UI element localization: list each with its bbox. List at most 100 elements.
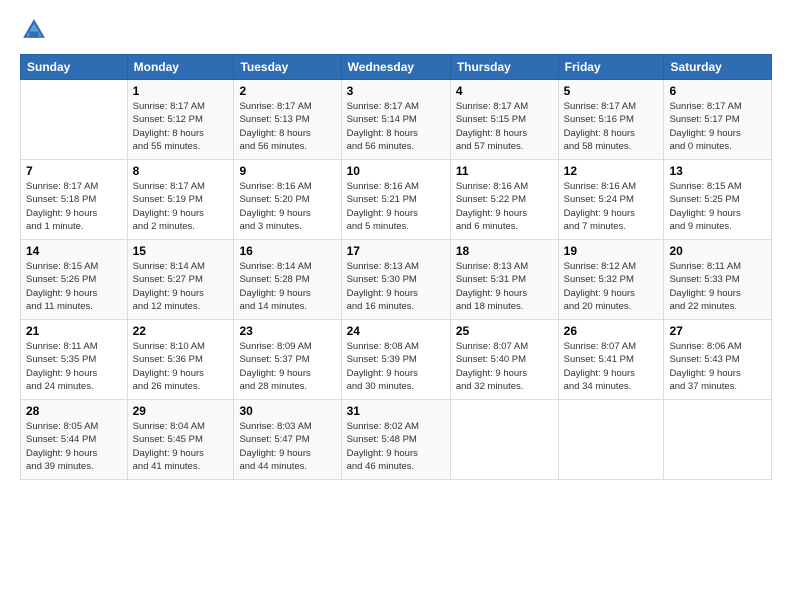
day-number: 29 bbox=[133, 404, 229, 418]
day-detail: Sunrise: 8:16 AMSunset: 5:21 PMDaylight:… bbox=[347, 180, 445, 233]
daylight-text: Daylight: 9 hoursand 7 minutes. bbox=[564, 207, 659, 234]
sunrise-text: Sunrise: 8:07 AM bbox=[456, 340, 553, 353]
sunrise-text: Sunrise: 8:17 AM bbox=[564, 100, 659, 113]
sunrise-text: Sunrise: 8:17 AM bbox=[133, 100, 229, 113]
calendar-cell: 23Sunrise: 8:09 AMSunset: 5:37 PMDayligh… bbox=[234, 320, 341, 400]
day-number: 21 bbox=[26, 324, 122, 338]
sunrise-text: Sunrise: 8:06 AM bbox=[669, 340, 766, 353]
calendar-cell: 11 Sunrise: 8:16 AMSunset: 5:22 PMDayligh… bbox=[450, 160, 558, 240]
calendar-cell: 7 Sunrise: 8:17 AMSunset: 5:18 PMDaylight… bbox=[21, 160, 128, 240]
day-number: 24 bbox=[347, 324, 445, 338]
sunrise-text: Sunrise: 8:17 AM bbox=[239, 100, 335, 113]
sunrise-text: Sunrise: 8:08 AM bbox=[347, 340, 445, 353]
sunset-text: Sunset: 5:17 PM bbox=[669, 113, 766, 126]
calendar-cell bbox=[664, 400, 772, 480]
daylight-text: Daylight: 8 hoursand 56 minutes. bbox=[239, 127, 335, 154]
sunset-text: Sunset: 5:40 PM bbox=[456, 353, 553, 366]
day-number: 18 bbox=[456, 244, 553, 258]
day-detail: Sunrise: 8:02 AMSunset: 5:48 PMDaylight:… bbox=[347, 420, 445, 473]
daylight-text: Daylight: 8 hoursand 55 minutes. bbox=[133, 127, 229, 154]
day-detail: Sunrise: 8:13 AMSunset: 5:30 PMDaylight:… bbox=[347, 260, 445, 313]
sunset-text: Sunset: 5:39 PM bbox=[347, 353, 445, 366]
daylight-text: Daylight: 9 hoursand 22 minutes. bbox=[669, 287, 766, 314]
sunrise-text: Sunrise: 8:14 AM bbox=[239, 260, 335, 273]
weekday-header-saturday: Saturday bbox=[664, 55, 772, 80]
day-detail: Sunrise: 8:16 AMSunset: 5:22 PMDaylight:… bbox=[456, 180, 553, 233]
day-detail: Sunrise: 8:11 AMSunset: 5:33 PMDaylight:… bbox=[669, 260, 766, 313]
week-row-3: 14Sunrise: 8:15 AMSunset: 5:26 PMDayligh… bbox=[21, 240, 772, 320]
daylight-text: Daylight: 9 hoursand 18 minutes. bbox=[456, 287, 553, 314]
calendar-cell: 28 Sunrise: 8:05 AMSunset: 5:44 PMDayligh… bbox=[21, 400, 128, 480]
sunrise-text: Sunrise: 8:07 AM bbox=[564, 340, 659, 353]
calendar-cell: 13Sunrise: 8:15 AMSunset: 5:25 PMDayligh… bbox=[664, 160, 772, 240]
calendar-table: SundayMondayTuesdayWednesdayThursdayFrid… bbox=[20, 54, 772, 480]
daylight-text: Daylight: 9 hoursand 28 minutes. bbox=[239, 367, 335, 394]
sunrise-text: Sunrise: 8:17 AM bbox=[133, 180, 229, 193]
calendar-cell: 6Sunrise: 8:17 AMSunset: 5:17 PMDaylight… bbox=[664, 80, 772, 160]
sunrise-text: Sunrise: 8:10 AM bbox=[133, 340, 229, 353]
day-number: 5 bbox=[564, 84, 659, 98]
calendar-cell: 19Sunrise: 8:12 AMSunset: 5:32 PMDayligh… bbox=[558, 240, 664, 320]
daylight-text: Daylight: 9 hoursand 11 minutes. bbox=[26, 287, 122, 314]
day-detail: Sunrise: 8:17 AMSunset: 5:18 PMDaylight:… bbox=[26, 180, 122, 233]
sunrise-text: Sunrise: 8:16 AM bbox=[347, 180, 445, 193]
daylight-text: Daylight: 9 hoursand 16 minutes. bbox=[347, 287, 445, 314]
daylight-text: Daylight: 9 hoursand 37 minutes. bbox=[669, 367, 766, 394]
sunset-text: Sunset: 5:33 PM bbox=[669, 273, 766, 286]
sunset-text: Sunset: 5:47 PM bbox=[239, 433, 335, 446]
day-number: 28 bbox=[26, 404, 122, 418]
day-number: 16 bbox=[239, 244, 335, 258]
calendar-cell bbox=[21, 80, 128, 160]
day-detail: Sunrise: 8:15 AMSunset: 5:25 PMDaylight:… bbox=[669, 180, 766, 233]
logo bbox=[20, 16, 52, 44]
calendar-cell: 25Sunrise: 8:07 AMSunset: 5:40 PMDayligh… bbox=[450, 320, 558, 400]
sunset-text: Sunset: 5:26 PM bbox=[26, 273, 122, 286]
daylight-text: Daylight: 9 hoursand 3 minutes. bbox=[239, 207, 335, 234]
calendar-cell: 27Sunrise: 8:06 AMSunset: 5:43 PMDayligh… bbox=[664, 320, 772, 400]
sunrise-text: Sunrise: 8:16 AM bbox=[564, 180, 659, 193]
day-detail: Sunrise: 8:12 AMSunset: 5:32 PMDaylight:… bbox=[564, 260, 659, 313]
calendar-cell: 1 Sunrise: 8:17 AMSunset: 5:12 PMDaylight… bbox=[127, 80, 234, 160]
daylight-text: Daylight: 9 hoursand 20 minutes. bbox=[564, 287, 659, 314]
sunset-text: Sunset: 5:20 PM bbox=[239, 193, 335, 206]
day-detail: Sunrise: 8:17 AMSunset: 5:15 PMDaylight:… bbox=[456, 100, 553, 153]
day-number: 2 bbox=[239, 84, 335, 98]
calendar-cell: 30 Sunrise: 8:03 AMSunset: 5:47 PMDayligh… bbox=[234, 400, 341, 480]
calendar-cell: 17Sunrise: 8:13 AMSunset: 5:30 PMDayligh… bbox=[341, 240, 450, 320]
day-detail: Sunrise: 8:15 AMSunset: 5:26 PMDaylight:… bbox=[26, 260, 122, 313]
daylight-text: Daylight: 9 hoursand 12 minutes. bbox=[133, 287, 229, 314]
day-number: 7 bbox=[26, 164, 122, 178]
sunrise-text: Sunrise: 8:11 AM bbox=[669, 260, 766, 273]
sunset-text: Sunset: 5:27 PM bbox=[133, 273, 229, 286]
calendar-cell: 22Sunrise: 8:10 AMSunset: 5:36 PMDayligh… bbox=[127, 320, 234, 400]
sunrise-text: Sunrise: 8:15 AM bbox=[669, 180, 766, 193]
day-detail: Sunrise: 8:05 AMSunset: 5:44 PMDaylight:… bbox=[26, 420, 122, 473]
day-detail: Sunrise: 8:14 AMSunset: 5:28 PMDaylight:… bbox=[239, 260, 335, 313]
daylight-text: Daylight: 9 hoursand 5 minutes. bbox=[347, 207, 445, 234]
day-number: 31 bbox=[347, 404, 445, 418]
weekday-header-friday: Friday bbox=[558, 55, 664, 80]
day-number: 4 bbox=[456, 84, 553, 98]
sunrise-text: Sunrise: 8:15 AM bbox=[26, 260, 122, 273]
sunset-text: Sunset: 5:30 PM bbox=[347, 273, 445, 286]
sunset-text: Sunset: 5:14 PM bbox=[347, 113, 445, 126]
daylight-text: Daylight: 9 hoursand 2 minutes. bbox=[133, 207, 229, 234]
day-number: 30 bbox=[239, 404, 335, 418]
sunset-text: Sunset: 5:44 PM bbox=[26, 433, 122, 446]
week-row-4: 21Sunrise: 8:11 AMSunset: 5:35 PMDayligh… bbox=[21, 320, 772, 400]
sunset-text: Sunset: 5:43 PM bbox=[669, 353, 766, 366]
daylight-text: Daylight: 9 hoursand 14 minutes. bbox=[239, 287, 335, 314]
sunset-text: Sunset: 5:48 PM bbox=[347, 433, 445, 446]
day-number: 1 bbox=[133, 84, 229, 98]
day-number: 10 bbox=[347, 164, 445, 178]
daylight-text: Daylight: 9 hoursand 30 minutes. bbox=[347, 367, 445, 394]
day-detail: Sunrise: 8:07 AMSunset: 5:41 PMDaylight:… bbox=[564, 340, 659, 393]
sunset-text: Sunset: 5:12 PM bbox=[133, 113, 229, 126]
sunrise-text: Sunrise: 8:12 AM bbox=[564, 260, 659, 273]
day-detail: Sunrise: 8:17 AMSunset: 5:12 PMDaylight:… bbox=[133, 100, 229, 153]
daylight-text: Daylight: 8 hoursand 58 minutes. bbox=[564, 127, 659, 154]
day-detail: Sunrise: 8:03 AMSunset: 5:47 PMDaylight:… bbox=[239, 420, 335, 473]
sunrise-text: Sunrise: 8:05 AM bbox=[26, 420, 122, 433]
day-number: 11 bbox=[456, 164, 553, 178]
sunrise-text: Sunrise: 8:09 AM bbox=[239, 340, 335, 353]
